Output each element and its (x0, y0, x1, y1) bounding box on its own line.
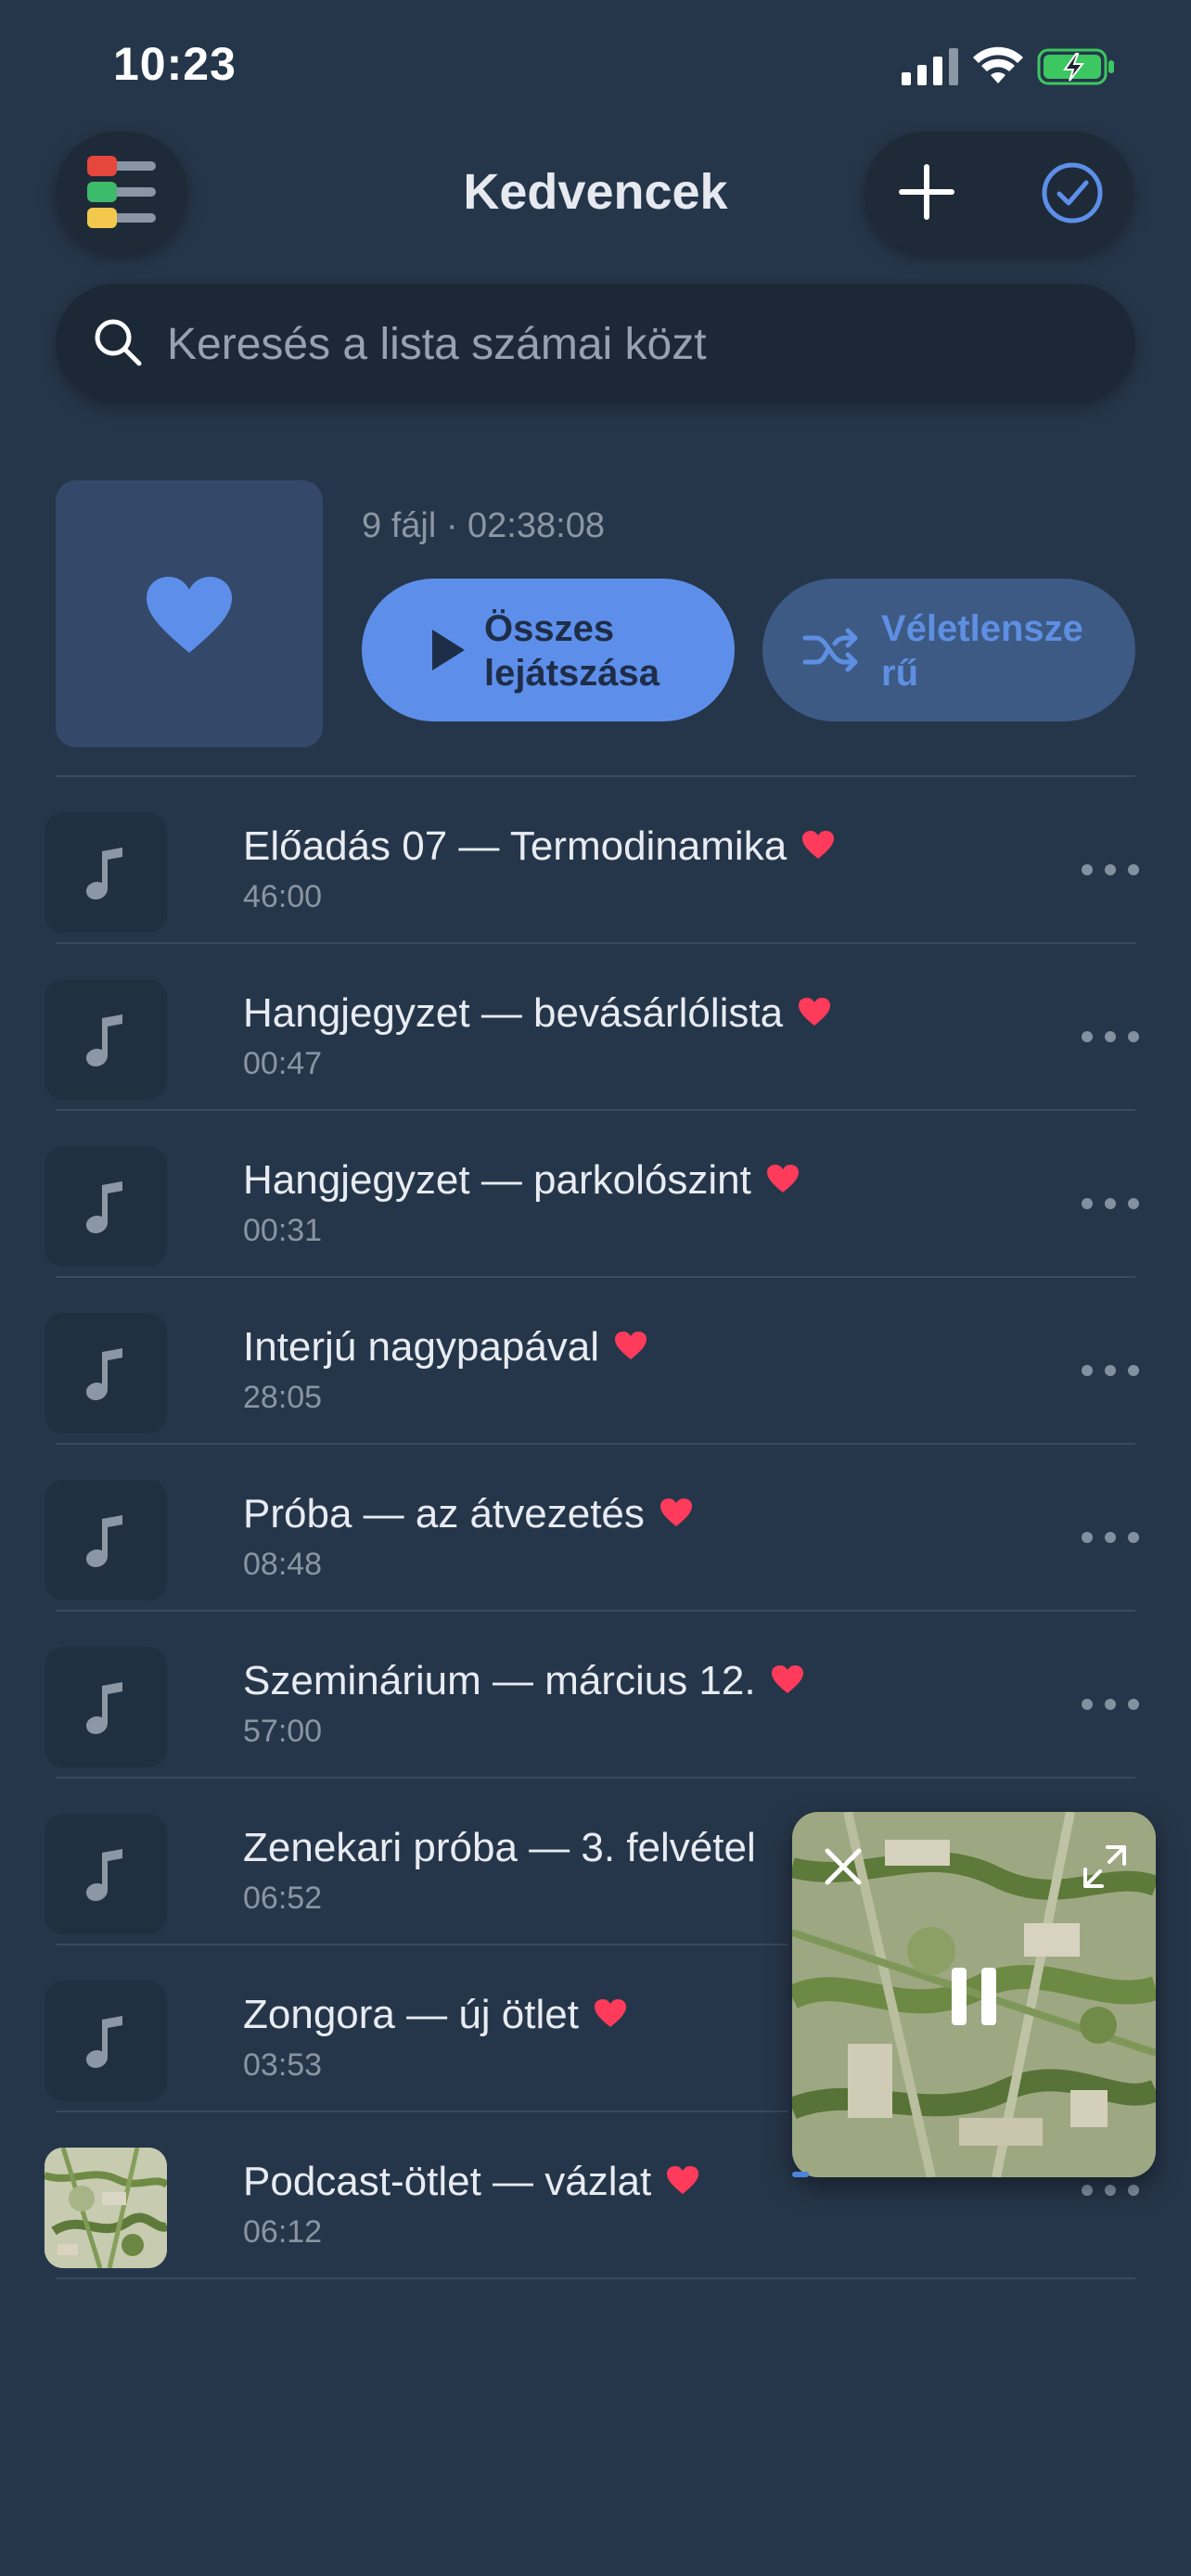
list-item[interactable]: Hangjegyzet — parkolószint 00:31 (0, 1120, 1191, 1287)
track-title: Hangjegyzet — parkolószint (243, 1157, 751, 1203)
music-note-icon (86, 1014, 122, 1066)
search-input[interactable] (167, 313, 1057, 375)
track-thumbnail (45, 1146, 167, 1267)
battery-charging-icon (1037, 48, 1114, 85)
track-title: Előadás 07 — Termodinamika (243, 823, 788, 869)
divider (56, 1276, 1135, 1278)
music-note-icon (86, 1849, 122, 1901)
list-item[interactable]: Szeminárium — március 12. 57:00 (0, 1621, 1191, 1788)
heart-icon[interactable] (801, 830, 835, 860)
heart-icon[interactable] (666, 2165, 699, 2195)
track-title: Podcast-ötlet — vázlat (243, 2159, 652, 2204)
status-time: 10:23 (113, 38, 237, 90)
list-item[interactable]: Hangjegyzet — bevásárlólista 00:47 (0, 953, 1191, 1120)
track-duration: 57:00 (243, 1714, 323, 1749)
divider (56, 2111, 788, 2112)
more-icon[interactable] (1082, 1365, 1139, 1378)
pause-icon[interactable] (948, 1966, 1000, 2027)
music-note-icon (86, 848, 122, 899)
track-duration: 03:53 (243, 2047, 323, 2083)
divider (56, 1944, 788, 1945)
track-artwork (45, 2148, 167, 2268)
track-thumbnail (45, 1814, 167, 1934)
heart-icon[interactable] (771, 1664, 804, 1694)
heart-icon[interactable] (660, 1498, 693, 1527)
music-note-icon (86, 1515, 122, 1567)
track-title: Interjú nagypapával (243, 1324, 600, 1370)
close-icon[interactable] (824, 1847, 863, 1886)
music-note-icon (86, 1682, 122, 1734)
track-thumbnail (45, 979, 167, 1100)
heart-icon[interactable] (766, 1164, 800, 1193)
search-icon (95, 319, 142, 366)
music-note-icon (86, 2016, 122, 2068)
track-duration: 08:48 (243, 1547, 323, 1582)
divider (56, 1777, 1135, 1779)
divider (56, 1610, 1135, 1612)
track-thumbnail (45, 1981, 167, 2101)
track-title: Próba — az átvezetés (243, 1491, 645, 1537)
cellular-signal-icon (902, 48, 958, 85)
play-all-button[interactable]: Összes lejátszása (362, 579, 735, 721)
play-icon (432, 630, 465, 670)
divider (56, 775, 1135, 777)
play-all-label: Összes lejátszása (484, 606, 660, 695)
shuffle-button[interactable]: Véletlensze rű (762, 579, 1135, 721)
play-all-label-line2: lejátszása (484, 653, 660, 694)
more-icon[interactable] (1082, 1031, 1139, 1044)
list-item[interactable]: Interjú nagypapával 28:05 (0, 1287, 1191, 1454)
track-thumbnail (45, 1480, 167, 1600)
heart-icon[interactable] (594, 1998, 627, 2028)
track-thumbnail (45, 1313, 167, 1434)
leaf-artwork-image (45, 2148, 167, 2268)
track-thumbnail (45, 812, 167, 933)
track-duration: 28:05 (243, 1380, 323, 1415)
heart-icon[interactable] (614, 1331, 647, 1360)
play-all-label-line1: Összes (484, 608, 615, 649)
shuffle-label-line1: Véletlensze (881, 608, 1083, 649)
more-icon[interactable] (1082, 1532, 1139, 1545)
track-duration: 00:31 (243, 1213, 323, 1248)
playlist-meta: 9 fájl · 02:38:08 (362, 506, 605, 545)
list-item[interactable]: Próba — az átvezetés 08:48 (0, 1454, 1191, 1621)
more-icon[interactable] (1082, 864, 1139, 877)
divider (56, 942, 1135, 944)
heart-icon (147, 577, 232, 653)
more-icon[interactable] (1082, 1198, 1139, 1211)
more-icon[interactable] (1082, 1699, 1139, 1712)
track-thumbnail (45, 1647, 167, 1767)
expand-icon[interactable] (1082, 1843, 1128, 1890)
wifi-icon (973, 46, 1023, 83)
shuffle-label: Véletlensze rű (881, 606, 1122, 695)
track-title: Zenekari próba — 3. felvétel (243, 1825, 756, 1870)
divider (56, 1109, 1135, 1111)
music-note-icon (86, 1348, 122, 1400)
track-duration: 00:47 (243, 1046, 323, 1081)
more-icon[interactable] (1082, 2185, 1139, 2198)
heart-icon[interactable] (798, 997, 831, 1027)
list-item[interactable]: Előadás 07 — Termodinamika 46:00 (0, 786, 1191, 953)
music-note-icon (86, 1181, 122, 1233)
track-title: Zongora — új ötlet (243, 1992, 579, 2037)
plus-icon[interactable] (898, 163, 955, 221)
track-duration: 46:00 (243, 879, 323, 914)
playlist-cover (56, 480, 323, 747)
mini-video-player[interactable] (792, 1812, 1156, 2177)
check-circle-icon[interactable] (1041, 161, 1104, 224)
track-title: Szeminárium — március 12. (243, 1658, 756, 1703)
shuffle-icon (802, 628, 858, 672)
shuffle-label-line2: rű (881, 653, 918, 694)
track-title: Hangjegyzet — bevásárlólista (243, 990, 784, 1036)
divider (56, 1443, 1135, 1445)
mini-player-progress (792, 2172, 809, 2177)
track-duration: 06:12 (243, 2214, 323, 2250)
divider (56, 2277, 1135, 2279)
track-duration: 06:52 (243, 1881, 323, 1916)
